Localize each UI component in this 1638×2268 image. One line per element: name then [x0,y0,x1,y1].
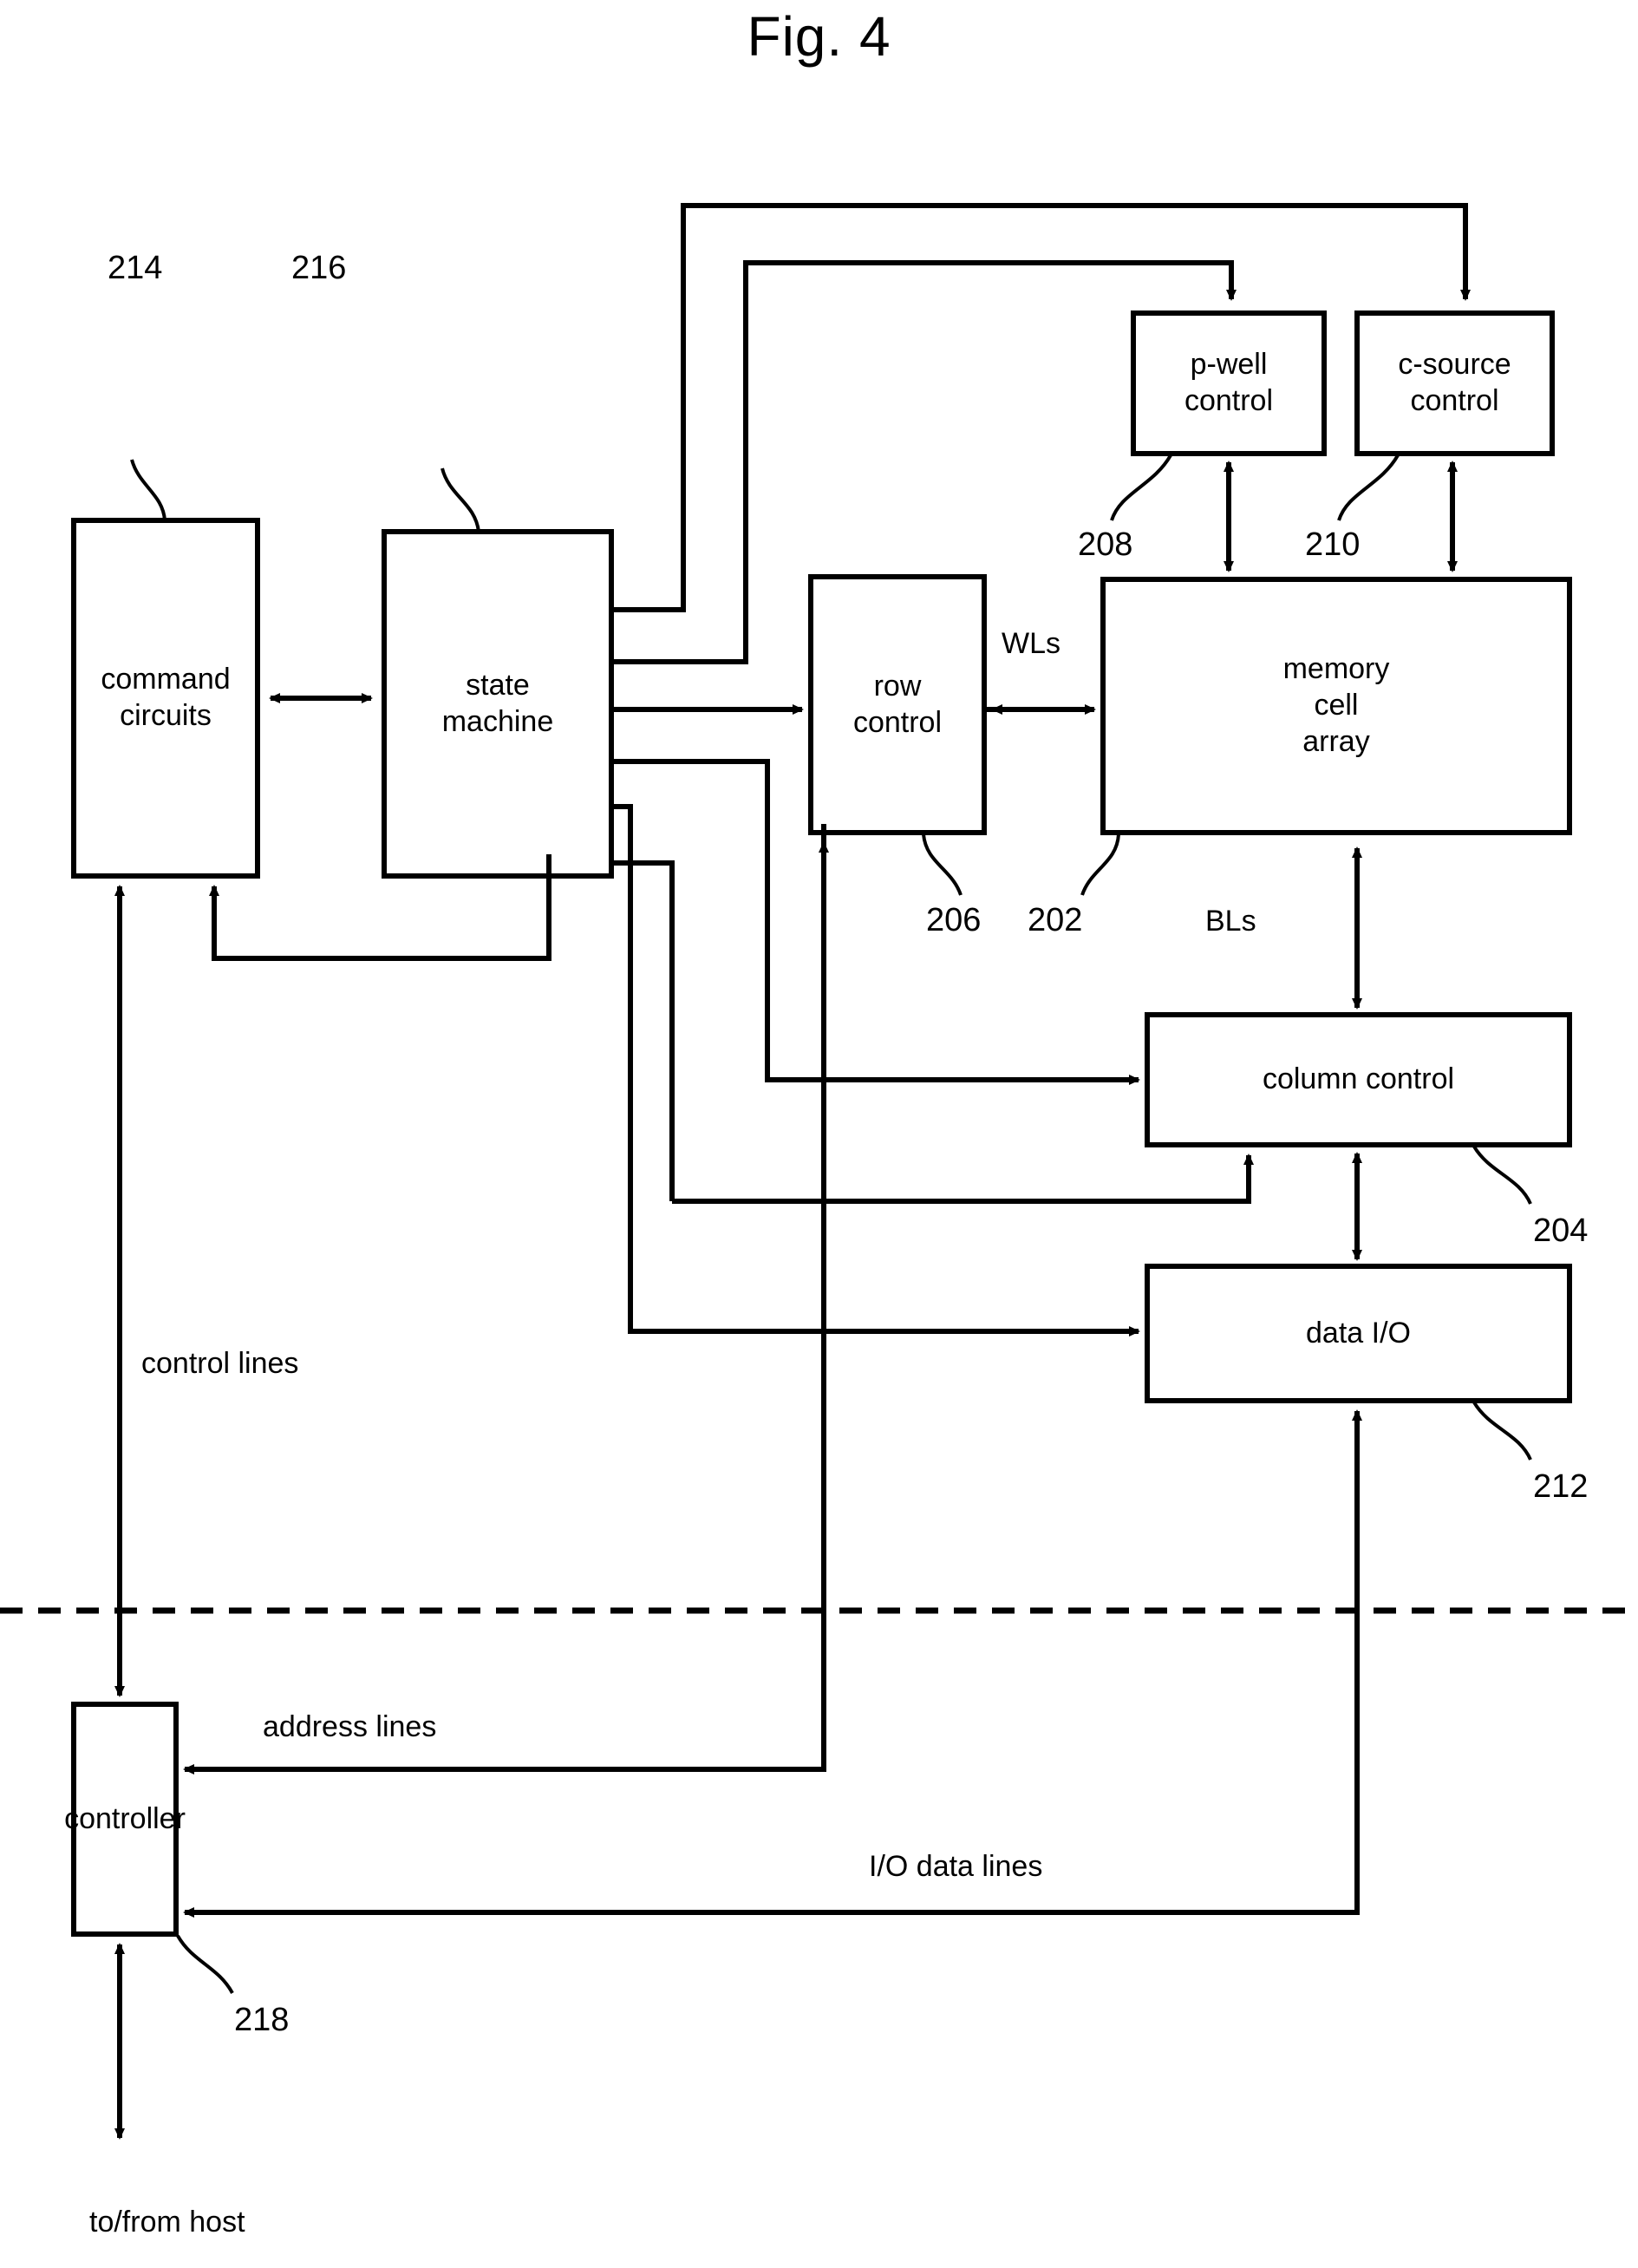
row-control-line2: control [852,705,943,739]
column-control-text: column control [1262,1062,1455,1096]
ref-numeral-210: 210 [1305,526,1361,563]
state-machine-line2: machine [441,704,554,738]
row-control-line1: row [873,669,922,703]
ref-numeral-214: 214 [108,250,163,286]
ref-numeral-216: 216 [291,250,347,286]
label-io-data-lines: I/O data lines [869,1850,1043,1883]
leader-210 [1337,454,1400,521]
c-source-control-line1: c-source [1398,348,1511,382]
command-circuits-line2: circuits [120,699,212,732]
command-circuits-line1: command [101,663,231,696]
label-row-control: row control [811,577,984,833]
leader-204 [1472,1145,1532,1205]
memory-cell-array-line2: cell [1314,689,1359,722]
leader-214 [130,459,166,521]
label-column-control: column control [1147,1015,1569,1145]
leader-206 [922,833,963,896]
p-well-control-line1: p-well [1190,348,1268,382]
wire-feed-to-column-control-bottom [672,1154,1254,1204]
leader-202 [1080,833,1120,896]
label-bls: BLs [1205,905,1256,938]
figure-canvas: Fig. 4 command circuits state machine ro… [0,0,1638,2268]
label-control-lines: control lines [141,1347,299,1380]
leader-218 [176,1934,234,1994]
p-well-control-line2: control [1184,384,1274,417]
wire-address-lines [183,824,826,1775]
label-state-machine: state machine [384,532,611,876]
wire-state-machine-to-column-bottom [611,860,675,1201]
label-wls: WLs [1002,627,1060,660]
label-controller: controller [52,1704,198,1934]
label-p-well-control: p-well control [1133,313,1324,454]
label-to-from-host: to/from host [89,2206,245,2239]
ref-numeral-206: 206 [926,902,982,938]
label-command-circuits: command circuits [74,520,258,876]
c-source-control-line2: control [1410,384,1499,417]
leader-212 [1472,1401,1532,1461]
controller-text: controller [64,1801,186,1835]
leader-208 [1110,454,1172,521]
state-machine-line1: state [466,668,530,702]
ref-numeral-204: 204 [1533,1212,1589,1249]
label-memory-cell-array: memory cell array [1103,579,1569,833]
label-address-lines: address lines [263,1710,437,1743]
ref-numeral-212: 212 [1533,1468,1589,1505]
data-io-text: data I/O [1306,1316,1411,1350]
wire-io-data-lines [183,1474,1360,1918]
ref-numeral-218: 218 [234,2002,290,2038]
leader-216 [440,467,480,533]
label-data-io: data I/O [1147,1266,1569,1401]
memory-cell-array-line1: memory [1282,652,1390,686]
wire-state-machine-to-data-io [611,804,1140,1337]
memory-cell-array-line3: array [1302,724,1370,758]
ref-numeral-202: 202 [1028,902,1083,938]
label-c-source-control: c-source control [1357,313,1552,454]
ref-numeral-208: 208 [1078,526,1133,563]
